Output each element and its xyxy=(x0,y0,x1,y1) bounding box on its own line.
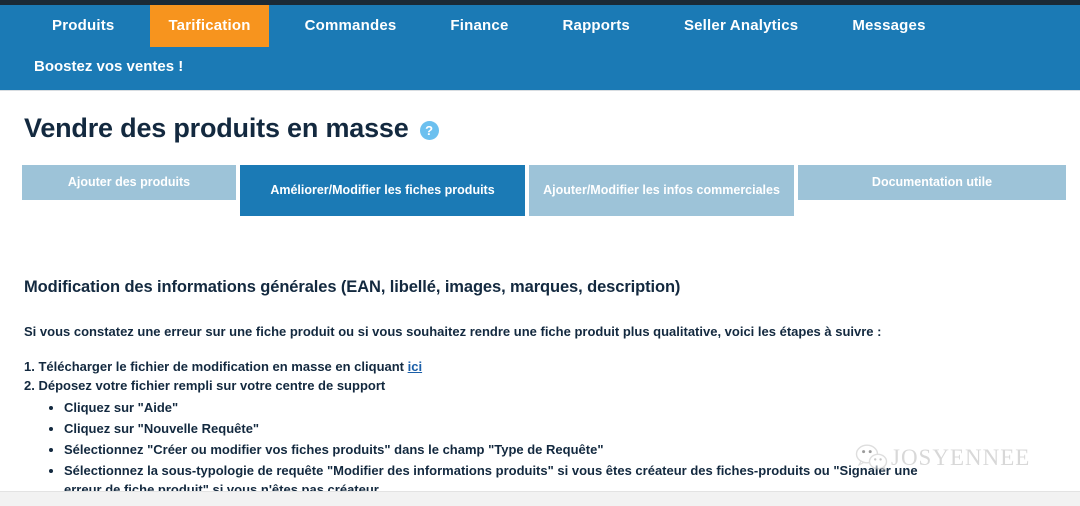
download-file-link[interactable]: ici xyxy=(408,359,422,374)
step-1-text: 1. Télécharger le fichier de modificatio… xyxy=(24,359,408,374)
nav-item-boostez-vos-ventes[interactable]: Boostez vos ventes ! xyxy=(34,47,183,87)
page-header: Vendre des produits en masse ? xyxy=(0,91,1080,144)
nav-item-rapports[interactable]: Rapports xyxy=(545,5,648,47)
list-item: Sélectionnez "Créer ou modifier vos fich… xyxy=(64,440,944,459)
main-content: Modification des informations générales … xyxy=(0,278,1080,499)
help-icon[interactable]: ? xyxy=(419,121,439,140)
tab-bar: Ajouter des produits Améliorer/Modifier … xyxy=(0,165,1080,216)
list-item: Cliquez sur "Nouvelle Requête" xyxy=(64,419,944,438)
step-1: 1. Télécharger le fichier de modificatio… xyxy=(24,357,1080,376)
list-item: Cliquez sur "Aide" xyxy=(64,398,944,417)
intro-paragraph: Si vous constatez une erreur sur une fic… xyxy=(24,324,882,339)
tab-ajouter-des-produits[interactable]: Ajouter des produits xyxy=(22,165,236,200)
footer-strip xyxy=(0,491,1080,506)
primary-nav-row: Produits Tarification Commandes Finance … xyxy=(0,5,1080,47)
page-title: Vendre des produits en masse xyxy=(24,113,409,143)
nav-item-tarification[interactable]: Tarification xyxy=(150,5,269,47)
tab-ameliorer-modifier-les-fiches-produits[interactable]: Améliorer/Modifier les fiches produits xyxy=(240,165,525,216)
main-navigation: Produits Tarification Commandes Finance … xyxy=(0,5,1080,91)
nav-item-seller-analytics[interactable]: Seller Analytics xyxy=(666,5,816,47)
steps-list: 1. Télécharger le fichier de modificatio… xyxy=(24,357,1080,499)
nav-item-produits[interactable]: Produits xyxy=(34,5,132,47)
nav-item-finance[interactable]: Finance xyxy=(432,5,526,47)
section-heading: Modification des informations générales … xyxy=(24,278,681,296)
step-2-sub-list: Cliquez sur "Aide" Cliquez sur "Nouvelle… xyxy=(24,398,1080,499)
tab-ajouter-modifier-les-infos-commerciales[interactable]: Ajouter/Modifier les infos commerciales xyxy=(529,165,794,216)
step-2: 2. Déposez votre fichier rempli sur votr… xyxy=(24,378,386,393)
nav-item-messages[interactable]: Messages xyxy=(834,5,943,47)
tab-documentation-utile[interactable]: Documentation utile xyxy=(798,165,1066,200)
nav-item-commandes[interactable]: Commandes xyxy=(287,5,415,47)
secondary-nav-row: Boostez vos ventes ! xyxy=(0,47,1080,90)
